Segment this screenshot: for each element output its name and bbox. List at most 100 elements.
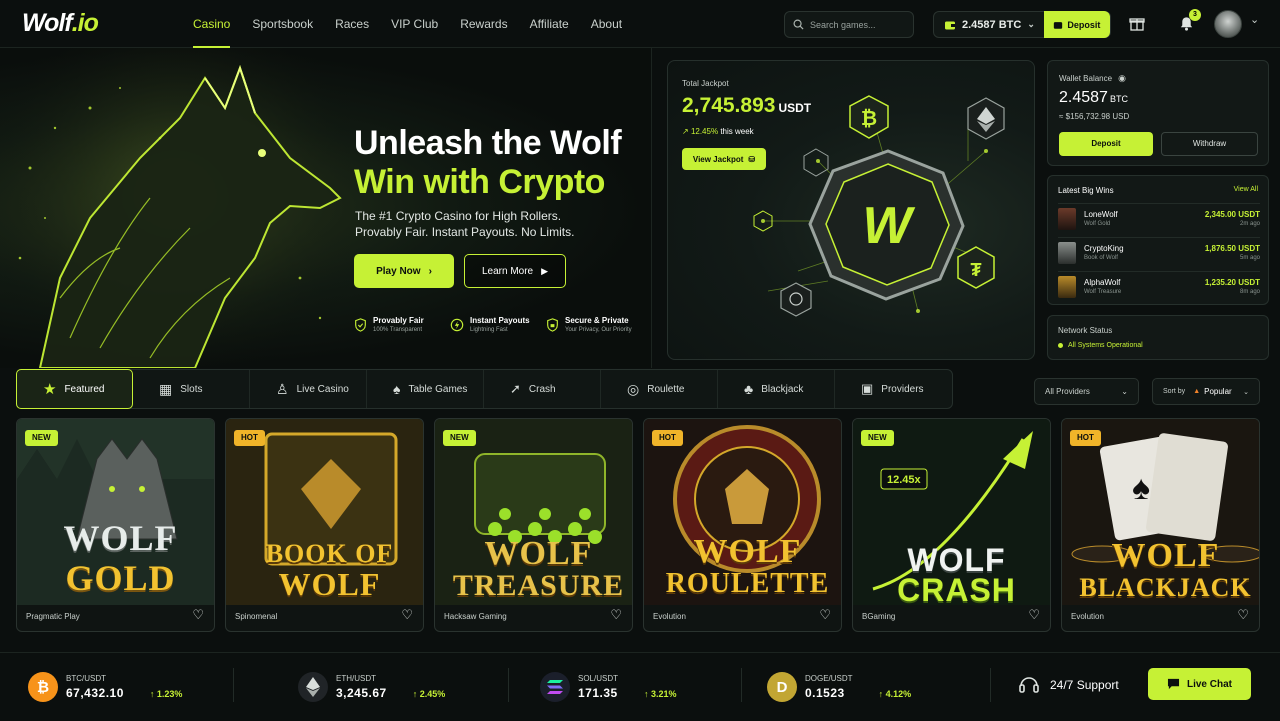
win-time: 2m ago (1239, 221, 1260, 227)
gift-icon[interactable] (1127, 13, 1147, 33)
wallet-panel-title: Wallet Balance ◉ (1059, 73, 1126, 84)
view-all-link[interactable]: View All (1234, 186, 1258, 193)
search-icon (793, 19, 804, 30)
wallet-balance-dropdown[interactable]: 2.4587 BTC ⌄ (934, 19, 1044, 31)
latest-big-wins-panel: Latest Big Wins View All LoneWolf Wolf Go… (1047, 175, 1269, 305)
status-badge: HOT (652, 430, 683, 446)
header-deposit-button[interactable]: Deposit (1043, 11, 1110, 38)
heart-icon[interactable]: ♡ (401, 607, 413, 623)
network-status-panel: Network Status All Systems Operational (1047, 315, 1269, 360)
tab-roulette[interactable]: ◎ Roulette (601, 370, 718, 408)
game-card-wolf-gold[interactable]: NEW WOLF GOLD Pragmatic Play ♡ (16, 418, 215, 632)
view-jackpot-label: View Jackpot (692, 154, 744, 164)
ticker-pair: ETH/USDT (336, 674, 376, 683)
jackpot-panel: W ₿ ₮ Total Jackpot 2,745.893 USDT ↗ 12.4… (667, 60, 1035, 360)
ticker-pair: BTC/USDT (66, 674, 106, 683)
win-amount: 2,345.00 USDT (1204, 210, 1260, 219)
chevron-down-icon: ⌄ (1243, 388, 1249, 396)
chevron-right-icon: › (428, 265, 432, 277)
tab-blackjack[interactable]: ♣ Blackjack (718, 370, 835, 408)
trend-up-icon: ↗ (682, 127, 689, 136)
sort-dropdown[interactable]: Sort by ▲ Popular ⌄ (1152, 378, 1260, 405)
heart-icon[interactable]: ♡ (819, 607, 831, 623)
list-item[interactable]: LoneWolf Wolf Gold 2,345.00 USDT 2m ago (1058, 203, 1260, 233)
ticker-eth[interactable]: ETH/USDT 3,245.67 ↑ 2.45% (298, 653, 445, 721)
win-time: 5m ago (1239, 255, 1260, 261)
heart-icon[interactable]: ♡ (1028, 607, 1040, 623)
withdraw-button[interactable]: Withdraw (1161, 132, 1258, 156)
hero-title-line2: Win with Crypto (354, 163, 605, 201)
tab-label: Live Casino (296, 383, 349, 395)
network-status-title: Network Status (1058, 326, 1113, 335)
logo[interactable]: Wolf.io (22, 9, 99, 38)
win-time: 8m ago (1239, 289, 1260, 295)
providers-dropdown[interactable]: All Providers ⌄ (1034, 378, 1139, 405)
view-jackpot-button[interactable]: View Jackpot ⛁ (682, 148, 766, 170)
deposit-button[interactable]: Deposit (1059, 132, 1153, 156)
tab-label: Crash (528, 383, 556, 395)
play-now-button[interactable]: Play Now › (354, 254, 454, 288)
game-title-line2: GOLD (65, 558, 176, 598)
jackpot-amount: 2,745.893 USDT (682, 94, 811, 118)
nav-item-vip-club[interactable]: VIP Club (380, 0, 449, 48)
tab-table-games[interactable]: ♠ Table Games (367, 370, 484, 408)
wallet-balance: 2.4587 BTC (962, 18, 1022, 31)
ticker-price: 67,432.10 (66, 686, 124, 700)
tab-featured[interactable]: ★ Featured (16, 369, 133, 409)
nav-item-affiliate[interactable]: Affiliate (519, 0, 580, 48)
support-link[interactable]: 24/7 Support (1018, 668, 1119, 702)
game-card-wolf-crash[interactable]: NEW 12.45x WOLF CRASH BGaming ♡ (852, 418, 1051, 632)
live-chat-label: Live Chat (1186, 678, 1232, 690)
live-chat-button[interactable]: Live Chat (1148, 668, 1251, 700)
nav-item-sportsbook[interactable]: Sportsbook (241, 0, 324, 48)
ticker-price: 3,245.67 (336, 686, 387, 700)
feature-title: Secure & Private (565, 316, 629, 325)
status-dot-icon (1058, 343, 1063, 348)
heart-icon[interactable]: ♡ (192, 607, 204, 623)
deposit-label: Deposit (1067, 19, 1101, 30)
ticker-sol[interactable]: SOL/USDT 171.35 ↑ 3.21% (540, 653, 677, 721)
ticker-change-value: 3.21% (651, 688, 677, 699)
ticker-doge[interactable]: D DOGE/USDT 0.1523 ↑ 4.12% (767, 653, 911, 721)
nav-item-casino[interactable]: Casino (182, 0, 241, 48)
wallet-amount-value: 2.4587 (1059, 89, 1108, 106)
tab-live-casino[interactable]: ♙ Live Casino (250, 370, 367, 408)
list-item[interactable]: AlphaWolf Wolf Treasure 1,235.20 USDT 8m a… (1058, 271, 1260, 301)
game-card-wolf-blackjack[interactable]: ♠ HOT WOLF BLACKJACK Evolution ♡ (1061, 418, 1260, 632)
bell-icon[interactable]: 3 (1176, 9, 1201, 33)
notification-badge: 3 (1189, 9, 1201, 21)
game-provider: BGaming (862, 612, 896, 621)
game-card-book-of-wolf[interactable]: HOT BOOK OF WOLF Spinomenal ♡ (225, 418, 424, 632)
search-input[interactable] (810, 19, 910, 30)
tab-providers[interactable]: ▣ Providers (835, 370, 952, 408)
heart-icon[interactable]: ♡ (1237, 607, 1249, 623)
learn-more-button[interactable]: Learn More ▶ (464, 254, 566, 288)
nav-item-rewards[interactable]: Rewards (449, 0, 518, 48)
chevron-down-icon[interactable]: ⌄ (1250, 13, 1259, 26)
ticker-change-value: 4.12% (885, 688, 912, 699)
game-provider: Evolution (653, 612, 686, 621)
tab-slots[interactable]: ▦ Slots (133, 370, 250, 408)
nav-item-about[interactable]: About (580, 0, 633, 48)
heart-icon[interactable]: ♡ (610, 607, 622, 623)
nav-item-races[interactable]: Races (324, 0, 380, 48)
game-card-wolf-treasure[interactable]: NEW WOLF TREASURE Hacksaw Gaming ♡ (434, 418, 633, 632)
tab-crash[interactable]: ➚ Crash (484, 370, 601, 408)
chevron-down-icon: ⌄ (1027, 19, 1035, 29)
search-box[interactable] (784, 11, 914, 38)
list-item[interactable]: CryptoKing Book of Wolf 1,876.50 USDT 5m a… (1058, 237, 1260, 267)
game-card-wolf-roulette[interactable]: HOT WOLF ROULETTE Evolution ♡ (643, 418, 842, 632)
chat-icon (1167, 678, 1180, 690)
game-title-line1: WOLF (63, 518, 178, 558)
avatar[interactable] (1214, 10, 1242, 38)
fire-icon: ▲ (1193, 388, 1201, 395)
status-badge: NEW (861, 430, 894, 446)
category-tabs: ★ Featured ▦ Slots ♙ Live Casino ♠ Table Gam… (16, 369, 953, 409)
wallet-balance-panel: Wallet Balance ◉ 2.4587 BTC ≈ $156,732.98 … (1047, 60, 1269, 166)
headset-icon (1019, 677, 1039, 693)
ticker-btc[interactable]: ₿ BTC/USDT 67,432.10 ↑ 1.23% (28, 653, 182, 721)
sort-value: Popular (1204, 387, 1232, 396)
big-wins-title: Latest Big Wins (1058, 186, 1114, 195)
eye-icon[interactable]: ◉ (1118, 73, 1126, 84)
svg-text:W: W (862, 197, 915, 255)
